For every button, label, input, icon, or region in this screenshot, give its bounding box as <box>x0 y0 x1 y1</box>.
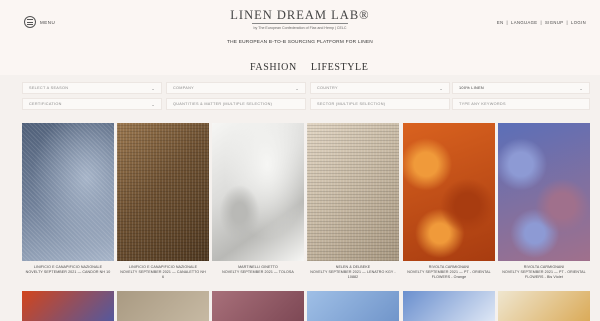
product-image[interactable] <box>212 291 304 321</box>
category-tabs: FASHION LIFESTYLE <box>250 62 368 73</box>
tab-lifestyle[interactable]: LIFESTYLE <box>311 62 369 73</box>
site-header: MENU LINEN DREAM LAB® by The European Co… <box>0 0 600 75</box>
logo-divider <box>252 23 348 24</box>
product-image[interactable] <box>117 123 209 261</box>
language-link[interactable]: LANGUAGE <box>511 20 537 25</box>
sector-label: SECTOR (MULTIPLE SELECTION) <box>317 102 386 106</box>
product-image[interactable] <box>117 291 209 321</box>
country-select-label: COUNTRY <box>317 86 338 90</box>
chevron-down-icon: ⌄ <box>439 85 443 91</box>
product-image[interactable] <box>498 291 590 321</box>
login-link[interactable]: LOGIN <box>571 20 586 25</box>
quantities-matter-label: QUANTITIES & MATTER (MULTIPLE SELECTION) <box>173 102 273 106</box>
product-image[interactable] <box>307 123 399 261</box>
product-caption[interactable]: MARTINELLI GINETTO NOVELTY SEPTEMBER 2021… <box>212 265 304 275</box>
quantities-matter-select[interactable]: QUANTITIES & MATTER (MULTIPLE SELECTION) <box>166 98 306 110</box>
separator: | <box>540 20 542 25</box>
sector-select[interactable]: SECTOR (MULTIPLE SELECTION) <box>310 98 450 110</box>
language-code[interactable]: EN <box>497 20 504 25</box>
company-select[interactable]: COMPANY ⌄ <box>166 82 306 94</box>
product-image[interactable] <box>22 123 114 261</box>
product-image[interactable] <box>403 291 495 321</box>
linen-content-select[interactable]: 100% LINEN ⌄ <box>452 82 590 94</box>
product-image[interactable] <box>307 291 399 321</box>
country-select[interactable]: COUNTRY ⌄ <box>310 82 450 94</box>
separator: | <box>506 20 509 25</box>
product-caption[interactable]: LINIFICIO E CANAPIFICIO NAZIONALE NOVELTY… <box>22 265 114 275</box>
linen-content-label: 100% LINEN <box>459 86 484 90</box>
certification-label: CERTIFICATION <box>29 102 62 106</box>
season-select-label: SELECT A SEASON <box>29 86 69 90</box>
separator: | <box>566 20 568 25</box>
hamburger-icon <box>24 16 36 28</box>
product-caption[interactable]: LINIFICIO E CANAPIFICIO NAZIONALE NOVELTY… <box>117 265 209 280</box>
product-caption[interactable]: RIVOLTA CARMIGNANI NOVELTY SEPTEMBER 2021… <box>403 265 495 280</box>
company-select-label: COMPANY <box>173 86 195 90</box>
chevron-down-icon: ⌄ <box>151 101 155 107</box>
tagline: THE EUROPEAN B-TO-B SOURCING PLATFORM FO… <box>227 40 373 45</box>
product-image[interactable] <box>498 123 590 261</box>
brand: LINEN DREAM LAB® by The European Confede… <box>150 8 450 30</box>
chevron-down-icon: ⌄ <box>579 85 583 91</box>
chevron-down-icon: ⌄ <box>295 85 299 91</box>
menu-label: MENU <box>40 19 56 25</box>
utility-nav: EN | LANGUAGE | SIGNUP | LOGIN <box>497 20 586 25</box>
product-image[interactable] <box>22 291 114 321</box>
season-select[interactable]: SELECT A SEASON ⌄ <box>22 82 162 94</box>
site-logo[interactable]: LINEN DREAM LAB® <box>150 8 450 22</box>
tab-fashion[interactable]: FASHION <box>250 62 297 73</box>
keyword-search-input[interactable] <box>459 102 583 106</box>
product-caption[interactable]: RIVOLTA CARMIGNANI NOVELTY SEPTEMBER 2021… <box>498 265 590 280</box>
page: MENU LINEN DREAM LAB® by The European Co… <box>0 0 600 321</box>
menu-button[interactable]: MENU <box>24 16 55 28</box>
chevron-down-icon: ⌄ <box>151 85 155 91</box>
logo-subtitle: by The European Confederation of Flax an… <box>253 26 347 30</box>
certification-select[interactable]: CERTIFICATION ⌄ <box>22 98 162 110</box>
signup-link[interactable]: SIGNUP <box>545 20 563 25</box>
keyword-search[interactable] <box>452 98 590 110</box>
product-caption[interactable]: NELEN & DELBEKE NOVELTY SEPTEMBER 2021 — … <box>307 265 399 280</box>
product-image[interactable] <box>403 123 495 261</box>
product-image[interactable] <box>212 123 304 261</box>
